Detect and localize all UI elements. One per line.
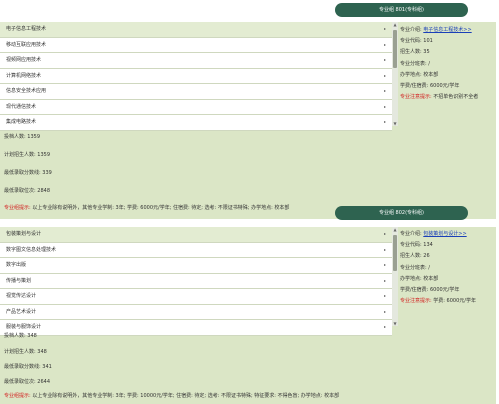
group-801-button[interactable]: 专业组 801(专科组) bbox=[335, 3, 468, 17]
min-rank: 最低录取位次: 2848 bbox=[4, 188, 50, 194]
major-list-item[interactable]: 计算机网络技术 ▸ bbox=[0, 68, 392, 84]
group-801-major-detail: 专业介绍: 电子信息工程技术>> 专业代码: 101 招生人数: 35 专业分班… bbox=[400, 25, 496, 103]
major-name: 数字出版 bbox=[6, 262, 27, 268]
scroll-up-arrow-icon[interactable]: ▲ bbox=[392, 227, 398, 232]
group-802-scrollbar[interactable]: ▲ ▼ bbox=[392, 227, 398, 326]
major-name: 电子信息工程技术 bbox=[6, 26, 47, 32]
group-remind-label: 专业组提示: bbox=[4, 205, 31, 211]
group-801-panel: 电子信息工程技术 ▸ 移动互联应用技术 ▸ 视频网应用技术 ▸ 计算机网络技术 ▸ 信息… bbox=[0, 22, 496, 219]
major-plan-count: 招生人数: 26 bbox=[400, 253, 430, 260]
major-tuition: 学费/住宿费: 6000元/学年 bbox=[400, 82, 460, 89]
major-name: 包装策划与设计 bbox=[6, 231, 42, 237]
major-direction: 专业分班表: / bbox=[400, 264, 430, 271]
min-score: 最低录取分数线: 341 bbox=[4, 364, 52, 370]
chevron-right-icon: ▸ bbox=[383, 88, 386, 93]
min-score: 最低录取分数线: 339 bbox=[4, 170, 52, 176]
group-802-stats: 投档人数: 348 计划招生人数: 348 最低录取分数线: 341 最低录取位… bbox=[0, 326, 496, 404]
group-802-button[interactable]: 专业组 802(专科组) bbox=[335, 206, 468, 220]
major-code: 专业代码: 134 bbox=[400, 242, 433, 249]
major-location: 办学地点: 校本部 bbox=[400, 275, 439, 282]
group-801-major-list: 电子信息工程技术 ▸ 移动互联应用技术 ▸ 视频网应用技术 ▸ 计算机网络技术 ▸ 信息… bbox=[0, 22, 393, 131]
major-tuition: 学费/住宿费: 6000元/学年 bbox=[400, 286, 460, 293]
major-list-item[interactable]: 视频网应用技术 ▸ bbox=[0, 53, 392, 69]
major-list-item[interactable]: 传播与策划 ▸ bbox=[0, 273, 392, 289]
major-list-item[interactable]: 数字图文信息处理技术 ▸ bbox=[0, 242, 392, 258]
major-intro-row: 专业介绍: 包装策划与设计>> bbox=[400, 229, 496, 240]
submitted-count: 投档人数: 1359 bbox=[4, 134, 40, 140]
intro-label: 专业介绍: bbox=[400, 231, 422, 237]
group-802-major-list: 包装策划与设计 ▸ 数字图文信息处理技术 ▸ 数字出版 ▸ 传播与策划 ▸ 视觉传达设计… bbox=[0, 227, 393, 336]
chevron-right-icon: ▸ bbox=[383, 246, 386, 252]
major-intro-link[interactable]: 电子信息工程技术>> bbox=[423, 27, 471, 33]
major-remind-text: 学费: 6000元/学年 bbox=[433, 298, 476, 305]
major-list-item[interactable]: 电子信息工程技术 ▸ bbox=[0, 22, 392, 38]
group-remind-row: 专业组提示: 以上专业除有说明外，其他专业学制: 3年; 学费: 6000元/学… bbox=[4, 204, 289, 211]
min-rank: 最低录取位次: 2644 bbox=[4, 379, 50, 385]
major-intro-link[interactable]: 包装策划与设计>> bbox=[423, 231, 466, 237]
chevron-right-icon: ▸ bbox=[383, 308, 386, 314]
chevron-right-icon: ▸ bbox=[383, 72, 386, 78]
planned-count: 计划招生人数: 1359 bbox=[4, 152, 50, 158]
major-list-item[interactable]: 数字出版 ▸ bbox=[0, 258, 392, 274]
group-remind-label: 专业组提示: bbox=[4, 393, 31, 399]
planned-count: 计划招生人数: 348 bbox=[4, 349, 47, 355]
chevron-right-icon: ▸ bbox=[383, 262, 386, 267]
chevron-right-icon: ▸ bbox=[383, 57, 386, 62]
group-remind-row: 专业组提示: 以上专业除有说明外，其他专业学制: 3年; 学费: 10000元/… bbox=[4, 392, 339, 399]
scroll-up-arrow-icon[interactable]: ▲ bbox=[392, 22, 398, 27]
group-802-major-detail: 专业介绍: 包装策划与设计>> 专业代码: 134 招生人数: 26 专业分班表… bbox=[400, 229, 496, 307]
major-remind-text: 不招单色识别不全者 bbox=[433, 94, 479, 101]
major-list-item[interactable]: 移动互联应用技术 ▸ bbox=[0, 37, 392, 53]
major-direction: 专业分班表: / bbox=[400, 60, 430, 67]
major-intro-row: 专业介绍: 电子信息工程技术>> bbox=[400, 25, 496, 36]
major-list-item[interactable]: 现代通信技术 ▸ bbox=[0, 99, 392, 115]
major-name: 现代通信技术 bbox=[6, 103, 37, 110]
chevron-right-icon: ▸ bbox=[383, 103, 386, 109]
major-list-item[interactable]: 产品艺术设计 ▸ bbox=[0, 304, 392, 320]
submitted-count: 投档人数: 348 bbox=[4, 333, 37, 339]
group-802-panel: 包装策划与设计 ▸ 数字图文信息处理技术 ▸ 数字出版 ▸ 传播与策划 ▸ 视觉传达设计… bbox=[0, 227, 496, 404]
group-remind-text: 以上专业除有说明外，其他专业学制: 3年; 学费: 10000元/学年; 住宿费… bbox=[32, 393, 340, 399]
major-name: 信息安全技术应用 bbox=[6, 88, 47, 94]
major-list-item[interactable]: 包装策划与设计 ▸ bbox=[0, 227, 392, 243]
chevron-right-icon: ▸ bbox=[383, 231, 386, 236]
chevron-right-icon: ▸ bbox=[383, 277, 386, 283]
chevron-right-icon: ▸ bbox=[383, 26, 386, 31]
major-name: 移动互联应用技术 bbox=[6, 41, 47, 48]
major-remind-row: 专业注意提示: 不招单色识别不全者 bbox=[400, 92, 496, 103]
chevron-right-icon: ▸ bbox=[383, 41, 386, 47]
major-remind-row: 专业注意提示: 学费: 6000元/学年 bbox=[400, 296, 496, 307]
major-name: 传播与策划 bbox=[6, 277, 32, 284]
major-location: 办学地点: 校本部 bbox=[400, 71, 439, 78]
major-list-item[interactable]: 视觉传达设计 ▸ bbox=[0, 289, 392, 305]
group-remind-text: 以上专业除有说明外，其他专业学制: 3年; 学费: 6000元/学年; 住宿费:… bbox=[32, 205, 290, 211]
scrollbar-thumb[interactable] bbox=[393, 235, 397, 271]
intro-label: 专业介绍: bbox=[400, 27, 422, 33]
major-name: 产品艺术设计 bbox=[6, 308, 37, 315]
major-name: 数字图文信息处理技术 bbox=[6, 246, 57, 253]
scrollbar-thumb[interactable] bbox=[393, 30, 397, 68]
major-plan-count: 招生人数: 35 bbox=[400, 49, 430, 56]
chevron-right-icon: ▸ bbox=[383, 293, 386, 298]
major-name: 视觉传达设计 bbox=[6, 293, 37, 299]
major-remind-label: 专业注意提示: bbox=[400, 94, 432, 101]
major-name: 计算机网络技术 bbox=[6, 72, 42, 79]
major-code: 专业代码: 101 bbox=[400, 38, 433, 45]
group-801-scrollbar[interactable]: ▲ ▼ bbox=[392, 22, 398, 126]
major-name: 集成电路技术 bbox=[6, 119, 37, 125]
major-name: 视频网应用技术 bbox=[6, 57, 42, 63]
major-list-item[interactable]: 信息安全技术应用 ▸ bbox=[0, 84, 392, 100]
major-remind-label: 专业注意提示: bbox=[400, 298, 432, 305]
